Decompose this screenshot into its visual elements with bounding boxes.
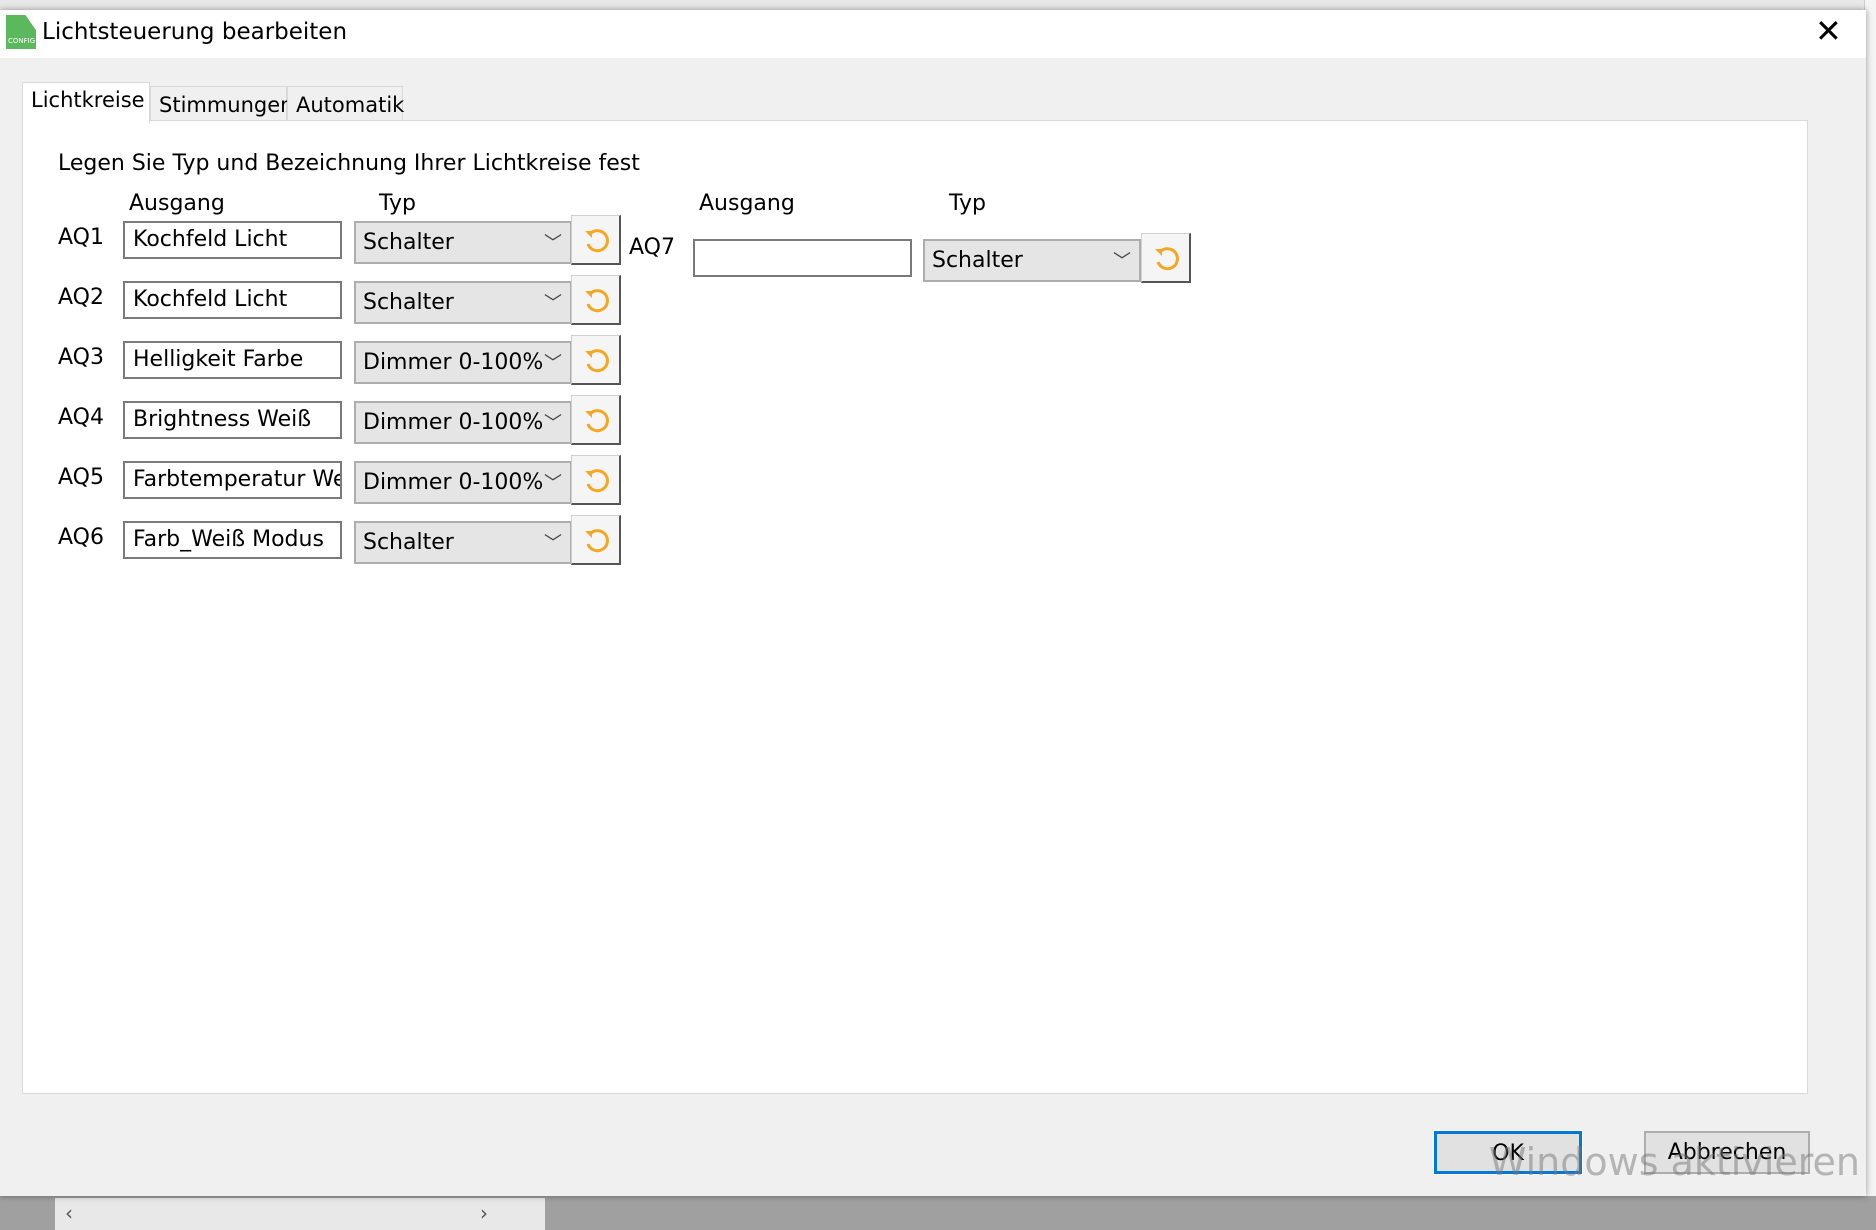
chevron-down-icon: ﹀ xyxy=(544,293,562,314)
type-select[interactable]: Dimmer 0-100% ﹀ xyxy=(354,341,572,384)
header-type: Typ xyxy=(379,191,416,216)
type-select-value: Dimmer 0-100% xyxy=(363,350,544,375)
type-select-value: Schalter xyxy=(363,530,454,555)
type-select[interactable]: Dimmer 0-100% ﹀ xyxy=(354,401,572,444)
output-name-input[interactable] xyxy=(693,239,912,277)
light-control-dialog: CONFIG Lichtsteuerung bearbeiten ✕ Licht… xyxy=(0,10,1866,1196)
chevron-down-icon: ﹀ xyxy=(544,413,562,434)
output-name-input[interactable]: Kochfeld Licht xyxy=(123,281,342,319)
type-select[interactable]: Schalter ﹀ xyxy=(354,281,572,324)
reset-button[interactable] xyxy=(571,275,621,325)
type-select-value: Dimmer 0-100% xyxy=(363,470,544,495)
scroll-left-icon[interactable]: ‹ xyxy=(65,1201,73,1225)
tab-panel-lichtkreise: Legen Sie Typ und Bezeichnung Ihrer Lich… xyxy=(22,120,1808,1094)
scroll-right-icon[interactable]: › xyxy=(480,1201,488,1225)
type-select-value: Schalter xyxy=(932,248,1023,273)
type-select-value: Schalter xyxy=(363,290,454,315)
background-scrollbar[interactable]: ‹ › xyxy=(55,1198,545,1230)
output-label: AQ6 xyxy=(58,525,104,550)
tab-lichtkreise[interactable]: Lichtkreise xyxy=(22,82,150,123)
output-label: AQ4 xyxy=(58,405,104,430)
output-label: AQ7 xyxy=(629,235,675,260)
reset-button[interactable] xyxy=(571,515,621,565)
dialog-title: Lichtsteuerung bearbeiten xyxy=(42,19,348,45)
output-label: AQ5 xyxy=(58,465,104,490)
windows-activation-watermark: Windows aktivieren xyxy=(1488,1140,1860,1184)
title-bar: CONFIG Lichtsteuerung bearbeiten ✕ xyxy=(0,10,1866,58)
chevron-down-icon: ﹀ xyxy=(544,353,562,374)
output-name-input[interactable]: Farb_Weiß Modus xyxy=(123,521,342,559)
type-select-value: Schalter xyxy=(363,230,454,255)
reset-button[interactable] xyxy=(571,395,621,445)
output-label: AQ3 xyxy=(58,345,104,370)
output-name-input[interactable]: Helligkeit Farbe xyxy=(123,341,342,379)
type-select[interactable]: Schalter ﹀ xyxy=(354,221,572,264)
reset-button[interactable] xyxy=(571,455,621,505)
type-select[interactable]: Schalter ﹀ xyxy=(923,239,1141,282)
type-select[interactable]: Dimmer 0-100% ﹀ xyxy=(354,461,572,504)
type-select-value: Dimmer 0-100% xyxy=(363,410,544,435)
output-label: AQ1 xyxy=(58,225,104,250)
output-name-input[interactable]: Brightness Weiß xyxy=(123,401,342,439)
reset-button[interactable] xyxy=(571,215,621,265)
output-label: AQ2 xyxy=(58,285,104,310)
header-output-2: Ausgang xyxy=(699,191,795,216)
output-name-input[interactable]: Farbtemperatur Weiß xyxy=(123,461,342,499)
close-icon[interactable]: ✕ xyxy=(1815,12,1842,50)
instruction-text: Legen Sie Typ und Bezeichnung Ihrer Lich… xyxy=(58,151,640,176)
chevron-down-icon: ﹀ xyxy=(544,473,562,494)
reset-button[interactable] xyxy=(571,335,621,385)
chevron-down-icon: ﹀ xyxy=(1113,251,1131,272)
tab-automatik[interactable]: Automatik xyxy=(287,86,404,122)
header-output: Ausgang xyxy=(129,191,225,216)
header-type-2: Typ xyxy=(949,191,986,216)
config-app-icon: CONFIG xyxy=(6,15,36,49)
chevron-down-icon: ﹀ xyxy=(544,533,562,554)
tab-stimmungen[interactable]: Stimmungen xyxy=(150,86,294,122)
reset-button[interactable] xyxy=(1141,233,1191,283)
chevron-down-icon: ﹀ xyxy=(544,233,562,254)
output-name-input[interactable]: Kochfeld Licht xyxy=(123,221,342,259)
type-select[interactable]: Schalter ﹀ xyxy=(354,521,572,564)
